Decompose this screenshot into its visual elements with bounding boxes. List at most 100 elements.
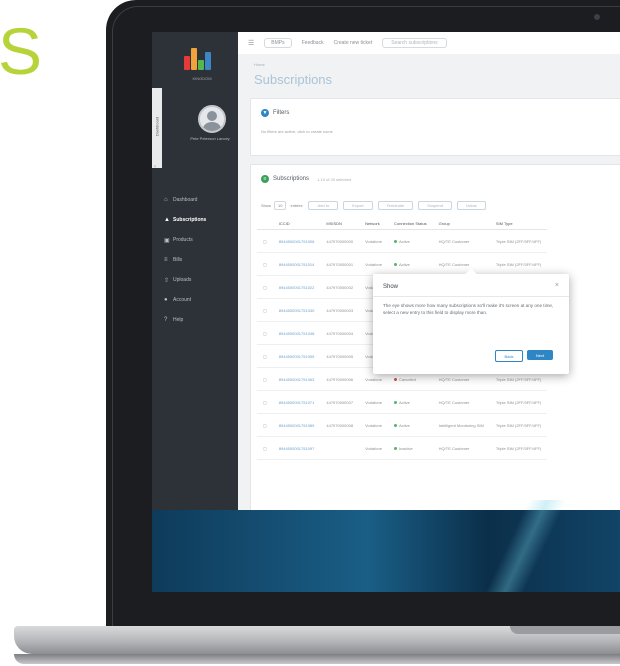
selection-count: 1-10 of 20 selected	[317, 176, 352, 182]
sidebar-item-dashboard[interactable]: ⌂ Dashboard	[160, 190, 238, 210]
create-ticket-link[interactable]: Create new ticket	[334, 40, 373, 46]
msisdn-cell: 447970000006	[320, 367, 360, 391]
side-tab[interactable]: Dashboard	[152, 88, 162, 168]
search-input[interactable]: Search subscriptions	[382, 38, 447, 48]
sidebar-item-bills[interactable]: ≡ Bills	[160, 250, 238, 270]
network-cell: Vodafone	[359, 252, 388, 276]
next-button[interactable]: Next	[527, 350, 553, 360]
breadcrumb[interactable]: Home	[254, 62, 265, 67]
status-dot-icon	[393, 400, 397, 404]
row-checkbox[interactable]: ▢	[257, 252, 273, 276]
status-cell: Active	[387, 252, 433, 276]
status-text: Inactive	[398, 445, 413, 451]
sidebar-item-subscriptions[interactable]: ▲ Subscriptions	[160, 210, 238, 230]
user-icon: ●	[164, 297, 168, 303]
row-checkbox[interactable]: ▢	[257, 436, 273, 460]
column-header[interactable]: Connection Status	[387, 217, 433, 230]
iccid-cell[interactable]: 8944500001751097	[272, 436, 321, 460]
sidebar-item-products[interactable]: ▣ Products	[160, 230, 238, 250]
table-row[interactable]: ▢ 8944500001751071 447970000007 Vodafone Act…	[257, 390, 548, 414]
back-button[interactable]: Back	[495, 350, 523, 362]
iccid-cell[interactable]: 8944500001751063	[272, 367, 321, 391]
close-icon[interactable]: ×	[555, 282, 559, 289]
status-dot-icon	[393, 446, 397, 450]
table-row[interactable]: ▢ 8944500001751097 Vodafone Inactive HQ/TE C…	[257, 436, 548, 460]
collapse-icon[interactable]: ‹	[154, 164, 160, 170]
status-text: Active	[398, 238, 410, 244]
table-controls: Show 10 entries Add to Export Terminate …	[261, 201, 491, 210]
table-row[interactable]: ▢ 8944500001751006 447970000000 Vodafone Act…	[257, 229, 548, 253]
subscriptions-title: Subscriptions	[273, 176, 310, 182]
column-header[interactable]	[257, 217, 273, 230]
row-checkbox[interactable]: ▢	[257, 229, 273, 253]
status-cell: Inactive	[387, 436, 433, 460]
row-checkbox[interactable]: ▢	[257, 390, 273, 414]
sim-icon: ▲	[164, 217, 170, 223]
column-header[interactable]: Network	[359, 217, 388, 230]
iccid-cell[interactable]: 8944500001751022	[272, 275, 321, 299]
msisdn-cell: 447970000003	[320, 298, 360, 322]
iccid-cell[interactable]: 8944500001751006	[272, 229, 321, 253]
row-checkbox[interactable]: ▢	[257, 344, 273, 368]
iccid-cell[interactable]: 8944500001751014	[272, 252, 321, 276]
tour-modal: Show × The eye shows more how many subsc…	[373, 268, 569, 374]
row-checkbox[interactable]: ▢	[257, 298, 273, 322]
status-cell: Active	[387, 390, 433, 414]
row-checkbox[interactable]: ▢	[257, 275, 273, 299]
sidebar-item-account[interactable]: ● Account	[160, 290, 238, 310]
column-header[interactable]: MSISDN	[320, 217, 360, 230]
bmps-dropdown[interactable]: BMPs	[264, 38, 292, 48]
desktop-wallpaper	[152, 500, 620, 592]
sidebar-item-uploads[interactable]: ⇧ Uploads	[160, 270, 238, 290]
entries-label: entries	[290, 203, 303, 208]
row-checkbox[interactable]: ▢	[257, 367, 273, 391]
heading-fragment: S	[0, 14, 44, 88]
filters-card: ▼ Filters No filters are active, click to…	[250, 98, 620, 156]
table-row[interactable]: ▢ 8944500001751014 447970000001 Vodafone Act…	[257, 252, 548, 276]
group-cell: Intelligent Monitoring SIM	[432, 413, 490, 437]
sidebar-item-help[interactable]: ? Help	[160, 310, 238, 330]
status-dot-icon	[393, 239, 397, 243]
filters-title[interactable]: Filters	[273, 110, 289, 116]
group-cell: HQ/TE Customer	[432, 390, 490, 414]
iccid-cell[interactable]: 8944500001751089	[272, 413, 321, 437]
column-header[interactable]: Group	[432, 217, 490, 230]
group-cell: HQ/TE Customer	[432, 436, 490, 460]
msisdn-cell: 447970000005	[320, 344, 360, 368]
row-checkbox[interactable]: ▢	[257, 321, 273, 345]
user-name: Pete Peterson Lancey	[190, 136, 230, 141]
hamburger-icon[interactable]: ☰	[248, 39, 254, 47]
status-cell: Active	[387, 413, 433, 437]
sim-type-cell: Triple SIM (2FF/3FF/4FF)	[489, 413, 548, 437]
suspend-button[interactable]: Suspend	[418, 201, 452, 210]
sidebar-item-label: Uploads	[173, 277, 192, 283]
group-cell: HQ/TE Customer	[432, 229, 490, 253]
status-dot-icon	[393, 262, 397, 266]
column-header[interactable]: SIM Type	[489, 217, 548, 230]
table-row[interactable]: ▢ 8944500001751089 447970000008 Vodafone Act…	[257, 413, 548, 437]
export-button[interactable]: Export	[343, 201, 373, 210]
status-text: Active	[398, 261, 410, 267]
add-to-button[interactable]: Add to	[308, 201, 339, 210]
status-dot-icon	[393, 423, 397, 427]
group-cell: HQ/TE Customer	[432, 252, 490, 276]
page-title: Subscriptions	[254, 72, 333, 87]
iccid-cell[interactable]: 8944500001751071	[272, 390, 321, 414]
avatar[interactable]	[198, 105, 226, 133]
row-checkbox[interactable]: ▢	[257, 413, 273, 437]
iccid-cell[interactable]: 8944500001751055	[272, 344, 321, 368]
sidebar-item-label: Products	[173, 237, 193, 243]
terminate-button[interactable]: Terminate	[377, 201, 414, 210]
iccid-cell[interactable]: 8944500001751030	[272, 298, 321, 322]
list-icon: ≡	[261, 175, 269, 183]
unbar-button[interactable]: Unbar	[456, 201, 486, 210]
iccid-cell[interactable]: 8944500001751048	[272, 321, 321, 345]
camera-icon	[594, 14, 600, 20]
entries-select[interactable]: 10	[274, 201, 287, 210]
sim-type-cell: Triple SIM (2FF/3FF/4FF)	[489, 436, 548, 460]
feedback-link[interactable]: Feedback	[302, 40, 324, 46]
sim-type-cell: Triple SIM (2FF/3FF/4FF)	[489, 390, 548, 414]
side-tab-label: Dashboard	[154, 116, 160, 137]
column-header[interactable]: ICCID	[272, 217, 321, 230]
modal-title: Show	[383, 284, 399, 290]
